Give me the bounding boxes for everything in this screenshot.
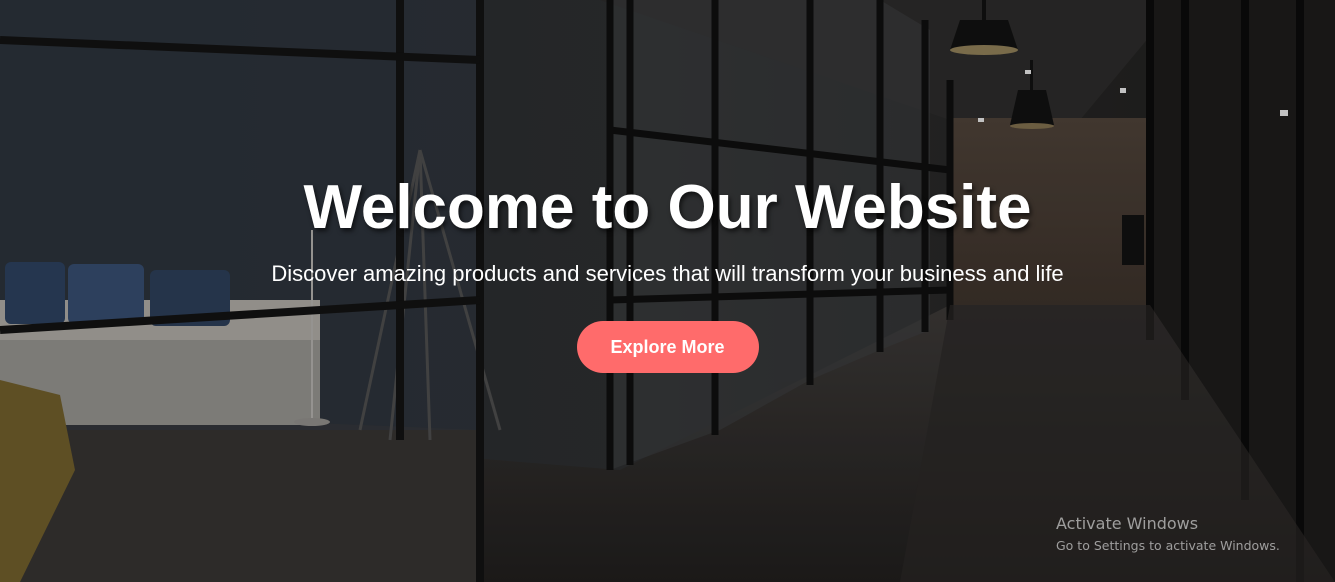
watermark-subtitle: Go to Settings to activate Windows. bbox=[1056, 538, 1280, 553]
hero-section: Welcome to Our Website Discover amazing … bbox=[0, 0, 1335, 582]
explore-more-button[interactable]: Explore More bbox=[576, 321, 759, 373]
hero-content: Welcome to Our Website Discover amazing … bbox=[0, 168, 1335, 373]
hero-title: Welcome to Our Website bbox=[303, 173, 1032, 242]
hero-subtitle: Discover amazing products and services t… bbox=[271, 261, 1064, 286]
watermark-title: Activate Windows bbox=[1056, 514, 1199, 533]
windows-activation-watermark: Activate Windows Go to Settings to activ… bbox=[1056, 514, 1280, 558]
